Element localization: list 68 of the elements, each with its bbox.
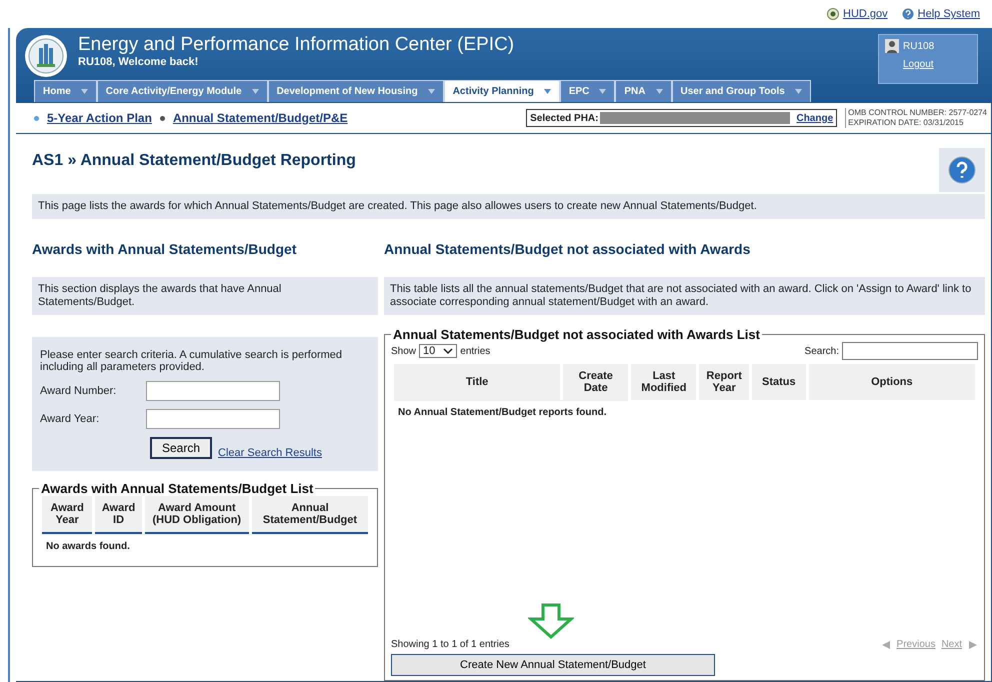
- site-link[interactable]: HUD.gov: [827, 8, 888, 20]
- column-header: Award Amount (HUD Obligation): [144, 496, 249, 534]
- caret-icon: [794, 89, 802, 94]
- page-description: This page lists the awards for which Annual Statements/Budget are created. This page also allowes users to create new Annual Statements/Budget.: [32, 194, 985, 219]
- search-field[interactable]: [842, 342, 978, 360]
- nav-tab[interactable]: User and Group Tools: [672, 80, 811, 102]
- triangle-right-icon: [968, 640, 978, 650]
- panel-legend: Awards with Annual Statements/Budget List: [39, 481, 316, 496]
- section-description: This section displays the awards that have Annual Statements/Budget.: [32, 277, 378, 315]
- field-label: Award Year:: [40, 413, 100, 425]
- input-field[interactable]: [146, 381, 280, 401]
- column-header: Award Year: [42, 496, 92, 534]
- caret-icon: [252, 89, 259, 94]
- column-header: Award ID: [95, 496, 142, 534]
- nav-tab[interactable]: Home: [34, 80, 97, 102]
- nav-tab[interactable]: Core Activity/Energy Module: [96, 80, 268, 102]
- help-icon: [902, 8, 914, 20]
- nav-tab[interactable]: EPC: [560, 80, 616, 102]
- change-link[interactable]: Change: [796, 112, 834, 124]
- page-size-select[interactable]: 10: [419, 344, 458, 358]
- chevron-down-icon: [443, 348, 454, 354]
- column-header: Title: [394, 364, 560, 400]
- search-label: Search:: [804, 346, 839, 356]
- field-label: Award Number:: [40, 385, 118, 397]
- search-button[interactable]: Search: [150, 437, 212, 459]
- input-field[interactable]: [146, 409, 280, 429]
- caret-icon: [656, 89, 663, 94]
- entries-label: entries: [460, 346, 490, 356]
- caret-icon: [428, 89, 435, 94]
- pha-label: Selected PHA:: [530, 112, 598, 124]
- user-name: RU108: [903, 40, 934, 52]
- column-header: Report Year: [699, 364, 749, 400]
- triangle-left-icon: [880, 640, 891, 650]
- nav-tab[interactable]: PNA: [615, 80, 672, 102]
- subnav-link[interactable]: Annual Statement/Budget/P&E: [172, 111, 348, 125]
- panel-legend: Annual Statements/Budget not associated with Awards List: [391, 327, 762, 342]
- caret-icon: [544, 89, 551, 94]
- down-arrow-icon: [528, 603, 574, 639]
- caret-icon: [80, 89, 88, 94]
- seal-logo-icon: [24, 34, 68, 78]
- column-header: Options: [808, 364, 975, 400]
- help-link[interactable]: Help System: [902, 8, 980, 20]
- section-heading: Awards with Annual Statements/Budget: [32, 241, 298, 259]
- seal-icon: [827, 8, 840, 20]
- help-button[interactable]: [939, 148, 985, 192]
- column-header: Create Date: [563, 364, 628, 400]
- omb-info: OMB CONTROL NUMBER: 2577-0274 EXPIRATION DATE: 03/31/2015: [845, 108, 991, 128]
- empty-message: No Annual Statement/Budget reports found.: [394, 400, 628, 424]
- subnav-link[interactable]: 5-Year Action Plan: [47, 111, 152, 125]
- nav-tab[interactable]: Development of New Housing: [268, 80, 444, 102]
- show-label: Show: [391, 346, 416, 356]
- clear-search-link[interactable]: Clear Search Results: [218, 447, 322, 459]
- user-icon: [885, 39, 899, 53]
- section-heading: Annual Statements/Budget not associated with Awards: [384, 241, 752, 259]
- empty-message: No awards found.: [42, 534, 368, 558]
- section-description: This table lists all the annual statements/Budget that are not associated with an award. Click on 'Assign to Award' link to associate corresponding annual statement/Budget with an award.: [384, 277, 985, 315]
- search-instructions: Please enter search criteria. A cumulative search is performed including all parameters provided.: [40, 349, 344, 373]
- create-statement-button[interactable]: Create New Annual Statement/Budget: [391, 654, 715, 676]
- site-title: Energy and Performance Information Center (EPIC): [78, 34, 514, 56]
- page-title: AS1 » Annual Statement/Budget Reporting: [32, 152, 356, 170]
- caret-icon: [599, 89, 606, 94]
- table-info: Showing 1 to 1 of 1 entries: [391, 639, 510, 650]
- help-icon: [948, 156, 976, 184]
- nav-tab[interactable]: Activity Planning: [444, 80, 560, 102]
- column-header: Status: [752, 364, 806, 400]
- column-header: Annual Statement/Budget: [252, 496, 368, 534]
- welcome-text: RU108, Welcome back!: [78, 56, 200, 68]
- column-header: Last Modified: [631, 364, 696, 400]
